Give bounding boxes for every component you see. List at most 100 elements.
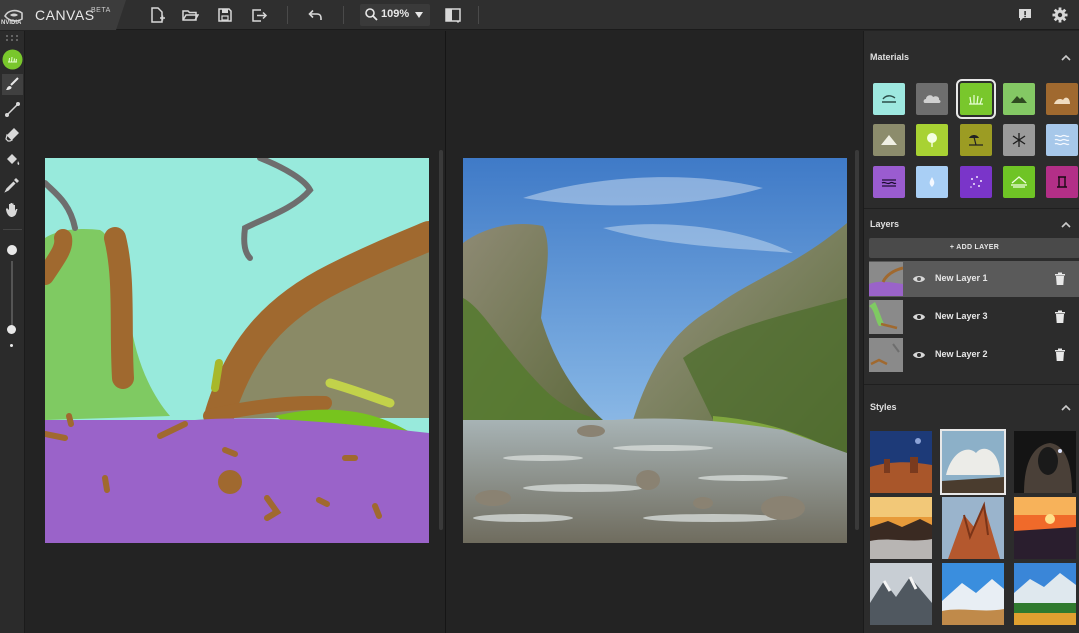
current-material-swatch[interactable]	[2, 49, 23, 70]
eraser-icon	[5, 128, 19, 142]
tool-separator	[3, 229, 22, 230]
canvas-app: NVIDIA CANVAS BETA 109% Materials Layers…	[0, 0, 1079, 633]
material-river[interactable]	[873, 166, 905, 198]
visibility-eye-icon[interactable]	[912, 348, 926, 362]
visibility-eye-icon[interactable]	[912, 272, 926, 286]
hill-icon	[1011, 96, 1027, 103]
material-grass[interactable]	[956, 79, 996, 119]
layer-item[interactable]: New Layer 3	[869, 299, 1079, 335]
canvas-divider[interactable]	[445, 31, 446, 633]
eraser-tool[interactable]	[2, 124, 23, 145]
delete-trash-icon[interactable]	[1054, 272, 1066, 286]
tool-sidebar	[0, 31, 25, 633]
material-dirt[interactable]	[1046, 83, 1078, 115]
layer-thumbnail	[869, 300, 903, 334]
stone-pillar-icon	[1057, 176, 1067, 188]
layer-name: New Layer 2	[935, 349, 988, 359]
brush-size-large-indicator	[7, 245, 17, 255]
undo-icon[interactable]	[306, 6, 324, 24]
material-water[interactable]	[916, 166, 948, 198]
material-stone[interactable]	[1046, 166, 1078, 198]
brush-icon	[6, 77, 19, 90]
export-icon[interactable]	[250, 6, 268, 24]
new-file-icon[interactable]	[148, 6, 166, 24]
styles-title: Styles	[870, 402, 897, 412]
mountain-fog-icon	[1011, 176, 1027, 188]
dirt-icon	[1054, 97, 1070, 104]
grass-icon	[969, 95, 983, 105]
toolbar-separator	[287, 6, 288, 24]
toolbar-separator	[478, 6, 479, 24]
waves-icon	[1054, 134, 1070, 146]
layer-item[interactable]: New Layer 1	[869, 261, 1079, 297]
tree-icon	[927, 133, 937, 147]
beta-tag: BETA	[91, 7, 111, 14]
layer-thumbnail	[869, 262, 903, 296]
segmentation-paint-canvas[interactable]	[45, 158, 429, 543]
layer-name: New Layer 1	[935, 273, 988, 283]
right-canvas-scrollbar[interactable]	[855, 150, 859, 530]
collapse-materials-chevron-icon[interactable]	[1061, 53, 1071, 63]
app-title: CANVAS	[35, 7, 95, 23]
material-snow[interactable]	[1003, 124, 1035, 156]
zoom-icon	[365, 8, 378, 21]
style-thumbnail[interactable]	[870, 431, 932, 493]
top-toolbar: NVIDIA CANVAS BETA 109%	[0, 0, 1079, 30]
material-sea[interactable]	[1046, 124, 1078, 156]
layer-thumbnail	[869, 338, 903, 372]
mountain-icon	[881, 135, 897, 145]
visibility-eye-icon[interactable]	[912, 310, 926, 324]
nvidia-logo-text: NVIDIA	[1, 20, 22, 26]
delete-trash-icon[interactable]	[1054, 310, 1066, 324]
line-tool[interactable]	[2, 99, 23, 120]
eyedropper-tool[interactable]	[2, 174, 23, 195]
pan-tool[interactable]	[2, 199, 23, 220]
beach-umbrella-icon	[969, 135, 983, 146]
delete-trash-icon[interactable]	[1054, 348, 1066, 362]
style-thumbnail[interactable]	[870, 563, 932, 625]
sparkle-icon	[970, 176, 982, 188]
zoom-selector[interactable]: 109%	[360, 4, 430, 26]
material-sand[interactable]	[960, 124, 992, 156]
left-canvas-scrollbar[interactable]	[439, 150, 443, 530]
material-fog[interactable]	[960, 166, 992, 198]
cloud-icon	[923, 95, 941, 103]
zoom-level: 109%	[381, 8, 410, 20]
style-thumbnail[interactable]	[942, 563, 1004, 625]
collapse-styles-chevron-icon[interactable]	[1061, 403, 1071, 413]
brush-size-slider-track[interactable]	[11, 261, 13, 331]
snowflake-icon	[1012, 133, 1026, 147]
material-sky[interactable]	[873, 83, 905, 115]
section-divider	[864, 384, 1079, 385]
save-icon[interactable]	[216, 6, 234, 24]
style-thumbnail[interactable]	[942, 497, 1004, 559]
chevron-down-icon	[415, 12, 423, 18]
fill-tool[interactable]	[2, 149, 23, 170]
eyedropper-icon	[4, 178, 19, 193]
style-thumbnail[interactable]	[870, 497, 932, 559]
feedback-icon[interactable]	[1016, 6, 1034, 24]
settings-gear-icon[interactable]	[1051, 6, 1069, 24]
generated-landscape-image	[463, 158, 847, 543]
river-icon	[881, 179, 897, 187]
fill-bucket-icon	[7, 154, 20, 165]
material-mountain-fog[interactable]	[1003, 166, 1035, 198]
brush-tool[interactable]	[2, 74, 23, 95]
add-layer-button[interactable]: + ADD LAYER	[869, 238, 1079, 258]
material-tree[interactable]	[916, 124, 948, 156]
material-mountain[interactable]	[873, 124, 905, 156]
pan-hand-icon	[6, 203, 18, 217]
brush-size-slider-thumb[interactable]	[7, 325, 16, 334]
style-thumbnail[interactable]	[1014, 431, 1076, 493]
collapse-layers-chevron-icon[interactable]	[1061, 220, 1071, 230]
material-cloud[interactable]	[916, 83, 948, 115]
style-thumbnail[interactable]	[940, 429, 1006, 495]
layer-item[interactable]: New Layer 2	[869, 337, 1079, 373]
style-thumbnail[interactable]	[1014, 563, 1076, 625]
drag-handle-icon[interactable]	[5, 34, 19, 42]
style-thumbnail[interactable]	[1014, 497, 1076, 559]
open-folder-icon[interactable]	[181, 6, 199, 24]
material-hill[interactable]	[1003, 83, 1035, 115]
section-divider	[864, 208, 1079, 209]
split-view-icon[interactable]	[444, 6, 462, 24]
